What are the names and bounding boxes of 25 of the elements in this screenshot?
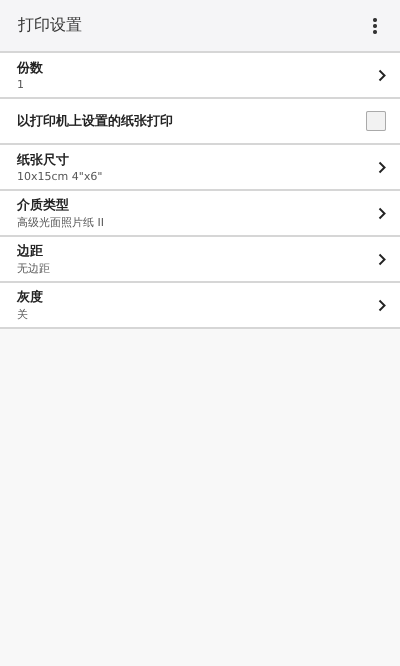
setting-value: 无边距: [17, 261, 50, 276]
setting-value: 10x15cm 4"x6": [17, 170, 102, 183]
settings-row[interactable]: 灰度 关: [0, 283, 400, 329]
settings-row[interactable]: 边距 无边距: [0, 237, 400, 283]
chevron-right-icon: [378, 206, 386, 220]
setting-label: 介质类型: [17, 197, 70, 214]
chevron-right-icon: [378, 252, 386, 266]
setting-value: 关: [17, 307, 29, 322]
setting-label: 份数: [17, 60, 43, 77]
checkbox[interactable]: [366, 111, 386, 131]
settings-row[interactable]: 介质类型 高级光面照片纸 II: [0, 191, 400, 237]
setting-label: 纸张尺寸: [17, 152, 70, 169]
settings-row[interactable]: 纸张尺寸 10x15cm 4"x6": [0, 145, 400, 191]
chevron-right-icon: [378, 68, 386, 82]
setting-label: 以打印机上设置的纸张打印: [17, 113, 173, 130]
chevron-right-icon: [378, 298, 386, 312]
chevron-right-icon: [378, 160, 386, 174]
more-options-icon[interactable]: [372, 18, 378, 34]
setting-value: 高级光面照片纸 II: [17, 215, 104, 230]
settings-row[interactable]: 份数 1: [0, 53, 400, 99]
setting-label: 灰度: [17, 288, 43, 306]
screen-title: 打印设置: [18, 15, 82, 36]
settings-row[interactable]: 以打印机上设置的纸张打印: [0, 99, 400, 145]
setting-label: 边距: [17, 243, 44, 260]
setting-value: 1: [17, 78, 25, 91]
